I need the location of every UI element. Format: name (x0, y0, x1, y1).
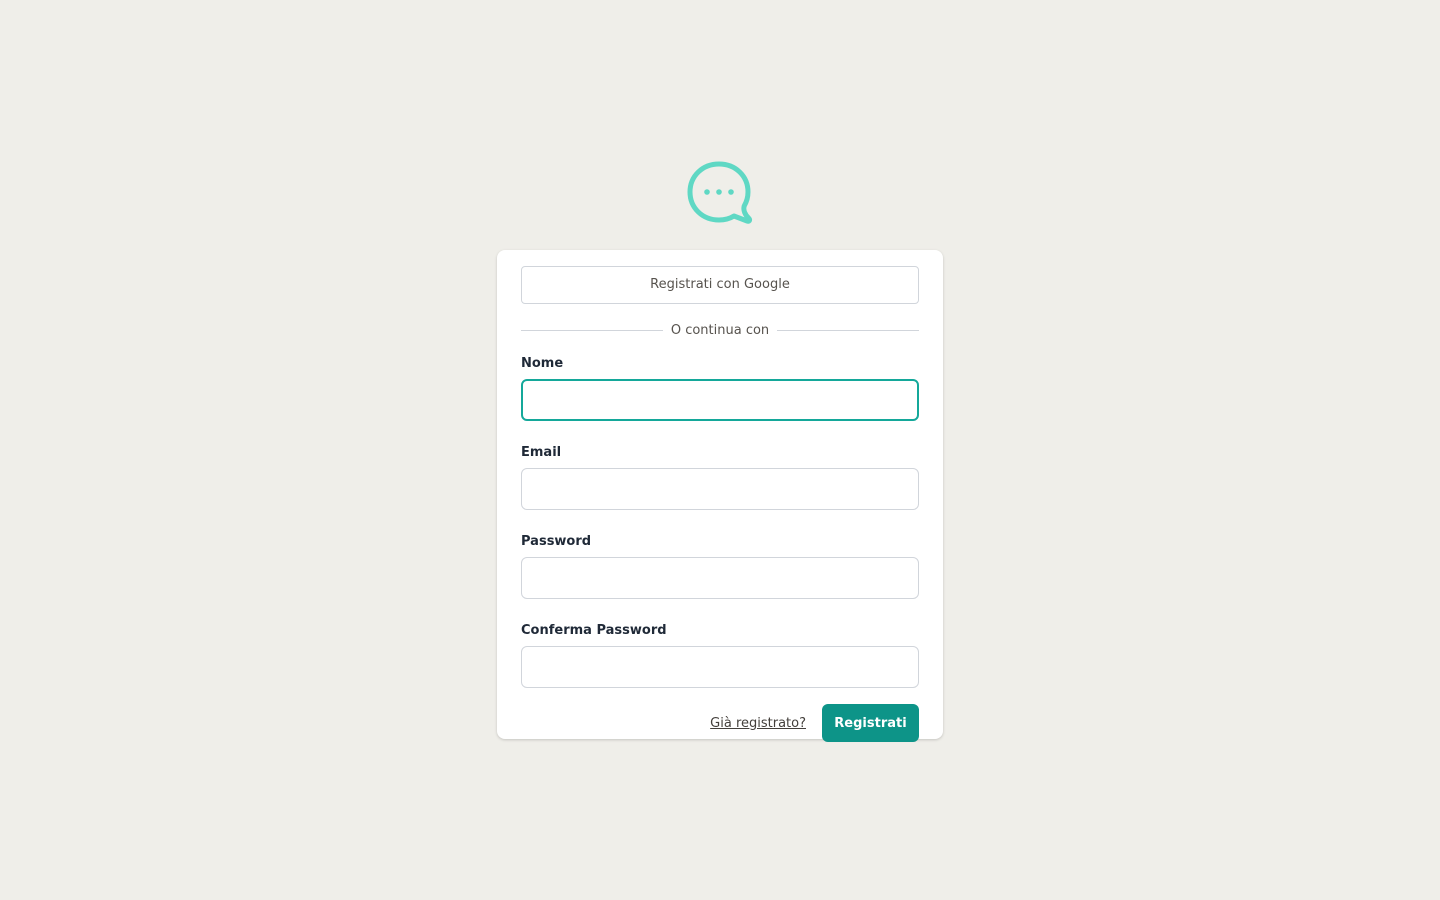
divider-line-right (777, 329, 919, 331)
signup-card: Registrati con Google O continua con Nom… (497, 250, 943, 742)
confirm-password-input[interactable] (521, 646, 919, 688)
password-field-group: Password (521, 534, 919, 599)
divider-line-left (521, 329, 663, 331)
register-button[interactable]: Registrati (822, 704, 919, 742)
password-input[interactable] (521, 557, 919, 599)
email-input[interactable] (521, 468, 919, 510)
confirm-password-field-group: Conferma Password (521, 623, 919, 688)
name-label: Nome (521, 356, 564, 371)
google-signup-button[interactable]: Registrati con Google (521, 266, 919, 304)
signup-form: Nome Email Password Conferma Password (521, 356, 919, 688)
chat-bubble-icon (687, 161, 753, 224)
divider-text: O continua con (662, 322, 778, 338)
form-actions: Già registrato? Registrati (521, 704, 919, 742)
email-field-group: Email (521, 445, 919, 510)
divider: O continua con (521, 321, 919, 339)
confirm-password-label: Conferma Password (521, 623, 667, 638)
name-input[interactable] (521, 379, 919, 421)
already-registered-link[interactable]: Già registrato? (710, 716, 806, 731)
password-label: Password (521, 534, 592, 549)
name-field-group: Nome (521, 356, 919, 421)
email-label: Email (521, 445, 562, 460)
app-logo (686, 160, 754, 228)
